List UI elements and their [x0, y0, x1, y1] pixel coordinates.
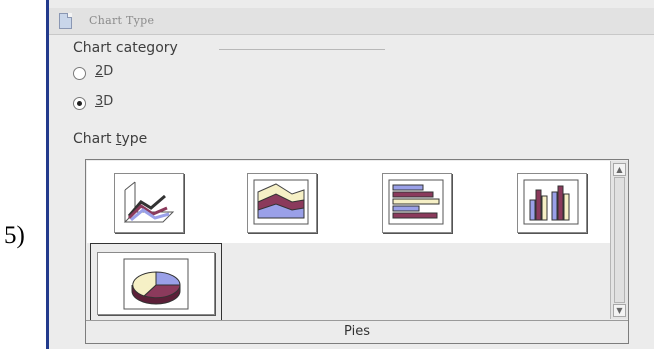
- chart-type-label: Chart type: [73, 131, 148, 147]
- document-icon: [59, 13, 72, 29]
- chart-type-row: [87, 161, 625, 243]
- 3d-area-chart-option[interactable]: [247, 173, 317, 233]
- radio-button-3d[interactable]: [73, 97, 86, 110]
- scroll-thumb[interactable]: [614, 177, 625, 303]
- 3d-area-chart-icon: [253, 179, 309, 225]
- 3d-lines-chart-option[interactable]: [114, 173, 184, 233]
- scroll-down-button[interactable]: ▼: [613, 304, 626, 317]
- chart-type-list: ▲ ▼ Pies: [85, 159, 629, 344]
- selected-chart-frame[interactable]: [90, 243, 222, 323]
- radio-3d-label: 3D: [95, 94, 114, 109]
- 3d-pie-chart-icon: [123, 258, 189, 310]
- radio-button-2d[interactable]: [73, 67, 86, 80]
- step-number: 5): [4, 222, 25, 249]
- chart-category-label: Chart category: [73, 40, 178, 56]
- title-bar[interactable]: Chart Type: [49, 8, 654, 35]
- 3d-column-chart-option[interactable]: [517, 173, 587, 233]
- vertical-scrollbar[interactable]: ▲ ▼: [610, 161, 628, 319]
- scroll-up-button[interactable]: ▲: [613, 163, 626, 176]
- 3d-column-chart-icon: [523, 179, 579, 225]
- section-divider: [219, 49, 385, 50]
- dialog-title: Chart Type: [89, 14, 155, 27]
- selected-chart-type-name: Pies: [86, 320, 628, 343]
- 3d-pie-chart-option[interactable]: [97, 252, 215, 315]
- chart-type-grid: [87, 161, 625, 323]
- chart-type-dialog: Chart Type Chart category 2D 3D Chart ty…: [46, 0, 654, 349]
- 3d-lines-chart-icon: [123, 181, 175, 223]
- 3d-bar-chart-icon: [388, 179, 444, 225]
- 3d-bar-chart-option[interactable]: [382, 173, 452, 233]
- radio-2d-label: 2D: [95, 64, 114, 79]
